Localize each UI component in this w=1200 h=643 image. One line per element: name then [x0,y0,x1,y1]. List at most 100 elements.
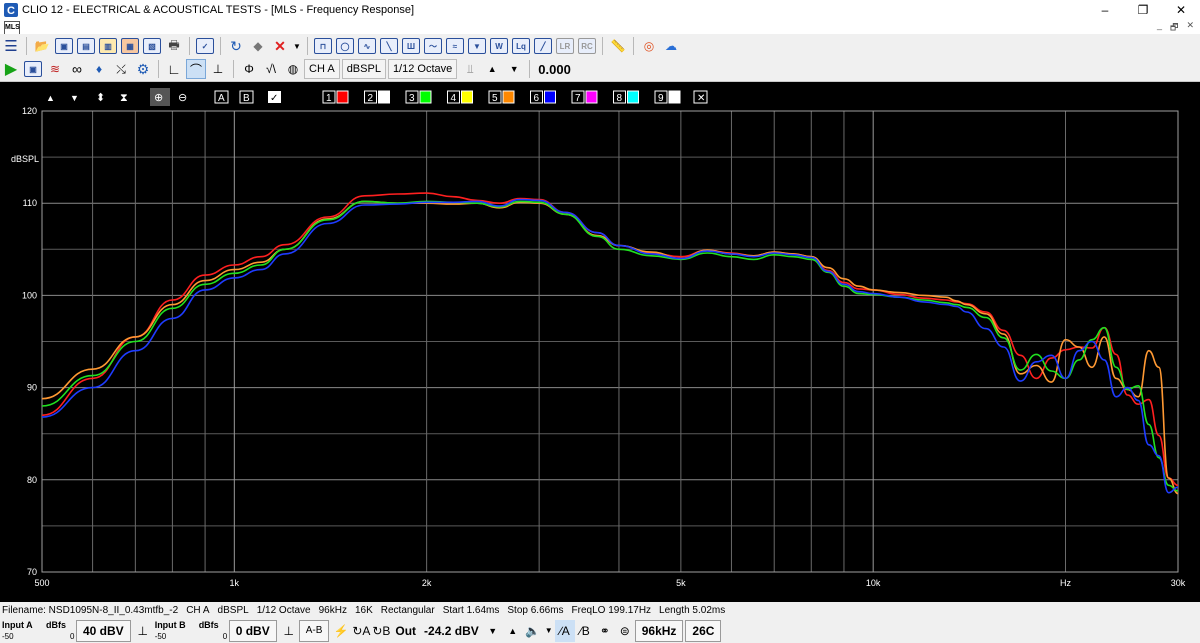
overlay-9-color-swatch[interactable] [668,90,681,104]
delay-icon[interactable]: ⫫ [460,59,480,79]
impedance-icon[interactable]: ⚭ [595,620,615,642]
rc-icon[interactable]: RC [577,36,597,56]
delete-icon[interactable]: ✕ [270,36,290,56]
microphone-icon[interactable]: ♦ [89,59,109,79]
axes-icon[interactable]: ∟ [164,59,184,79]
overlay-1-color-swatch[interactable] [336,90,349,104]
filename-text: Filename: NSD1095N-8_II_0.43mtfb_-2 [2,604,179,616]
mdi-document-icon[interactable]: MLS [4,21,20,35]
help-icon[interactable]: ◎ [639,36,659,56]
signal-icon[interactable]: ≋ [45,59,65,79]
x-tick-label: Hz [1060,578,1071,588]
zoom-out-icon[interactable]: ⊖ [178,92,187,104]
channel-select[interactable]: CH A [304,59,340,79]
output-down-icon[interactable]: ▼ [483,620,503,642]
overlay-8-color-swatch[interactable] [627,90,639,104]
reference-value[interactable]: 0.000 [534,62,575,77]
waterfall-icon[interactable]: Ш [401,36,421,56]
overlay-2-color-swatch[interactable] [378,90,390,104]
leq-icon[interactable]: Lq [511,36,531,56]
output-level[interactable]: -24.2 dBV [424,624,479,638]
loop-icon[interactable]: ∞ [67,59,87,79]
loop-a-icon[interactable]: ↻A [351,620,371,642]
speaker-dropdown-icon[interactable]: ▼ [543,620,555,642]
save-icon[interactable]: ▣ [54,36,74,56]
settings-save-icon[interactable]: ▣ [23,59,43,79]
expand-icon[interactable]: ⬍ [96,92,105,104]
phase-unwrap-icon[interactable]: √\ [261,59,281,79]
zoom-in-icon[interactable]: ⊕ [154,92,163,104]
input-b-label: Input B [154,620,186,630]
scroll-down-icon[interactable]: ▼ [70,93,79,103]
start-icon[interactable]: ▶ [1,59,21,79]
frequency-response-graph[interactable]: ▲ ▼ ⬍ ⧗ ⊕ ⊖ A B ✓ 1 2 3 4 5 6 7 8 9 ✕ 120 110 100 9… [0,82,1200,602]
sync-icon[interactable]: ⊜ [615,620,635,642]
target-icon[interactable]: ◍ [283,59,303,79]
channel-a-icon[interactable]: ∕A [554,619,575,642]
filter-icon[interactable]: ▼ [467,36,487,56]
temperature[interactable]: 26C [685,619,722,642]
export-image-icon[interactable]: ▦ [120,36,140,56]
overlay-3-color-swatch[interactable] [419,90,432,104]
step-icon[interactable]: ╲ [379,36,399,56]
unit-select[interactable]: dBSPL [341,59,386,79]
down-arrow-icon[interactable]: ▼ [504,59,524,79]
up-arrow-icon[interactable]: ▲ [482,59,502,79]
overlay-4-color-swatch[interactable] [461,90,473,104]
y-axis-label: dBSPL [11,154,39,164]
checklist-icon[interactable]: ✓ [195,36,215,56]
scroll-up-icon[interactable]: ▲ [46,93,55,103]
input-a-range[interactable]: 40 dBV [76,619,131,642]
group-delay-icon[interactable]: ◯ [335,36,355,56]
lr-icon[interactable]: LR [555,36,575,56]
menu-icon[interactable]: ☰ [1,36,21,56]
loop-b-icon[interactable]: ↻B [371,620,391,642]
maximize-button[interactable]: ❐ [1124,0,1162,20]
a-minus-b-button[interactable]: A-B [298,619,330,642]
save-as-icon[interactable]: ▤ [76,36,96,56]
offset-icon[interactable]: ⊥ [208,59,228,79]
delete-dropdown-icon[interactable]: ▼ [292,36,302,56]
eraser-icon[interactable]: ◆ [248,36,268,56]
curve-a-button[interactable]: A [218,93,225,104]
notes-icon[interactable]: ▧ [142,36,162,56]
ruler-icon[interactable]: 📏 [608,36,628,56]
open-icon[interactable]: 📂 [32,36,52,56]
output-up-icon[interactable]: ▲ [503,620,523,642]
overlay-7-color-swatch[interactable] [585,90,598,104]
probe-icon[interactable]: Φ [239,59,259,79]
curve-icon[interactable]: ⌒ [186,59,206,79]
calibrate-icon[interactable]: ⤯ [111,59,131,79]
export-icon[interactable]: ▥ [98,36,118,56]
input-b-range[interactable]: 0 dBV [228,619,277,642]
overlay-5-color-swatch[interactable] [502,90,515,104]
minimize-button[interactable]: – [1086,0,1124,20]
x-tick-label: 500 [34,578,49,588]
weighting-icon[interactable]: W [489,36,509,56]
overlay-6-color-swatch[interactable] [544,90,556,104]
x-tick-label: 2k [422,578,432,588]
refresh-icon[interactable]: ↻ [226,36,246,56]
cloud-icon[interactable]: ☁ [661,36,681,56]
smoothing-icon[interactable]: 〜 [423,36,443,56]
gear-icon[interactable]: ⚙ [133,59,153,79]
input-b-autorange-icon[interactable]: ⊥ [279,620,299,642]
info-channel: CH A [186,604,210,616]
impulse-icon[interactable]: ⊓ [313,36,333,56]
phase-icon[interactable]: ∿ [357,36,377,56]
phantom-icon[interactable]: ⚡ [331,620,351,642]
input-b-meter-max: 0 [222,632,228,641]
modulation-icon[interactable]: ≈ [445,36,465,56]
channel-b-icon[interactable]: ∕B [575,620,595,642]
curve-b-button[interactable]: B [243,93,250,104]
slope-icon[interactable]: ╱ [533,36,553,56]
input-a-autorange-icon[interactable]: ⊥ [133,620,153,642]
x-tick-label: 10k [866,578,881,588]
sample-rate[interactable]: 96kHz [634,619,684,642]
x-tick-label: 1k [230,578,240,588]
close-button[interactable]: ✕ [1162,0,1200,20]
compress-icon[interactable]: ⧗ [120,92,128,104]
print-icon[interactable]: 🖶 [164,36,184,56]
speaker-icon[interactable]: 🔈 [523,620,543,642]
smoothing-select[interactable]: 1/12 Octave [387,59,458,79]
